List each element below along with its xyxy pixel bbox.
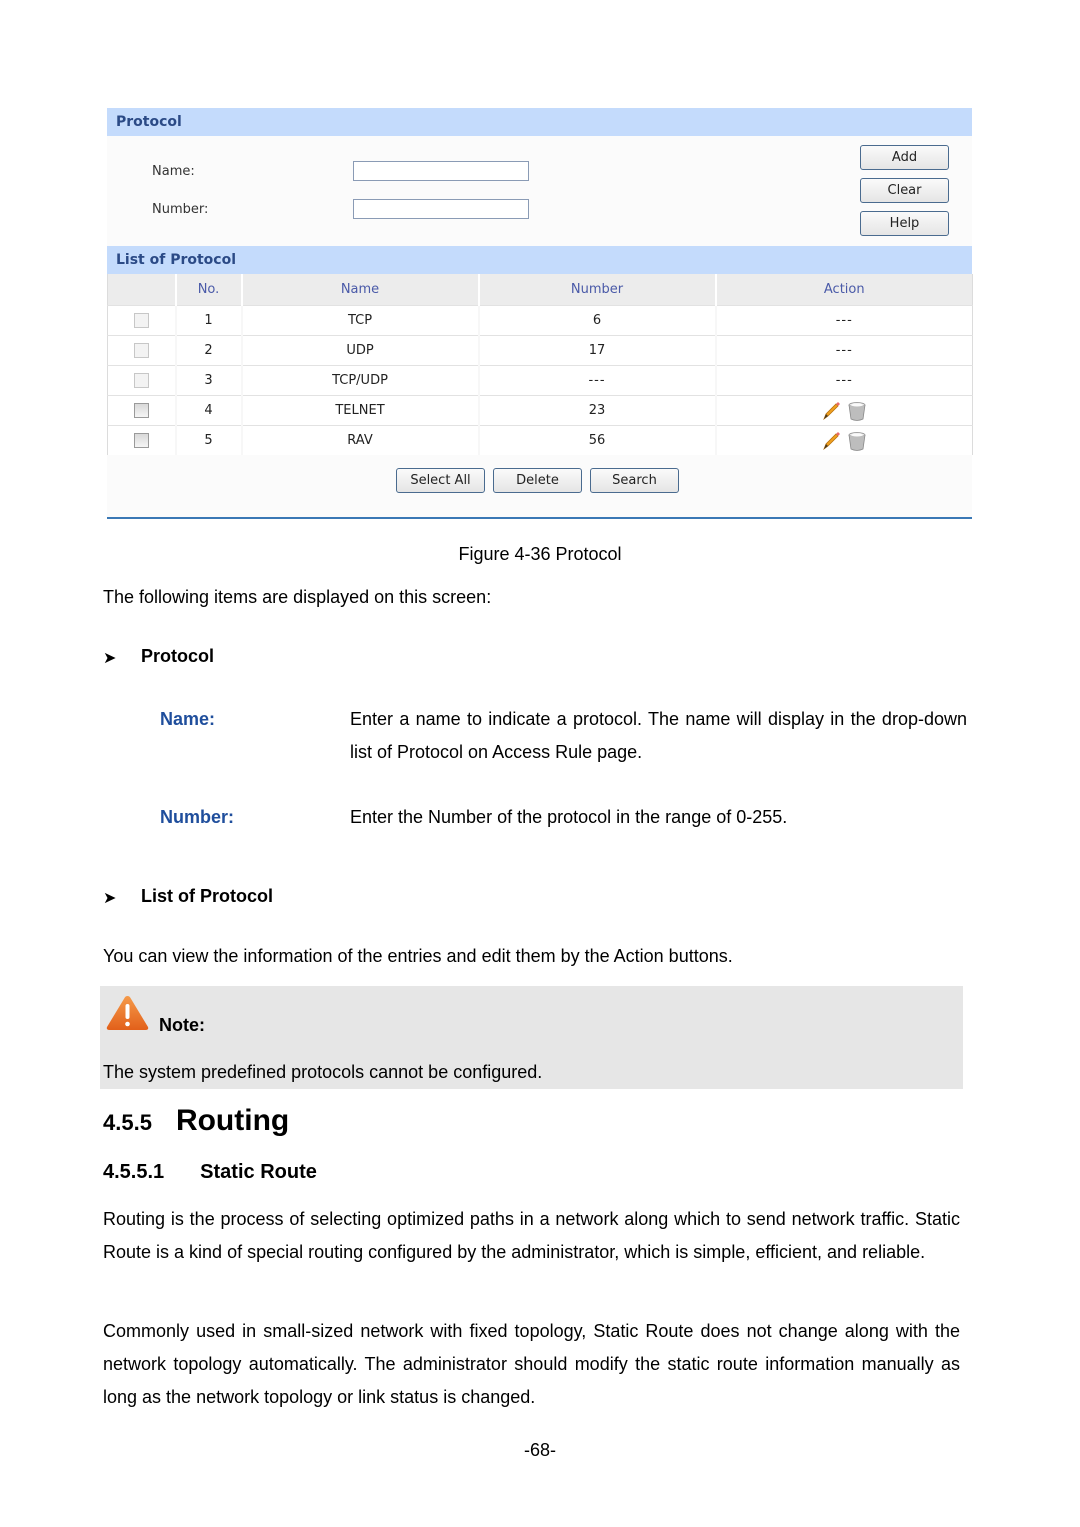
column-header-number: Number — [477, 274, 716, 306]
bullet-arrow-icon: ➤ — [103, 650, 117, 667]
row-checkbox[interactable] — [133, 433, 149, 448]
note-title: Note: — [159, 1015, 205, 1035]
table-row: 3 TCP/UDP --- --- — [107, 365, 973, 396]
cell-no: 4 — [174, 395, 242, 426]
row-checkbox — [133, 373, 149, 388]
cell-number: 17 — [477, 335, 716, 366]
column-header-action: Action — [714, 274, 973, 306]
select-all-button[interactable]: Select All — [396, 468, 485, 493]
cell-action: --- — [714, 335, 973, 366]
number-label: Number: — [152, 202, 209, 217]
delete-button[interactable]: Delete — [493, 468, 582, 493]
protocol-form: Name: Number: Add Clear Help — [107, 136, 972, 246]
column-header-no: No. — [174, 274, 242, 306]
term-number: Number: — [160, 807, 235, 827]
cell-number: 56 — [477, 425, 716, 455]
table-header-row: No. Name Number Action — [107, 274, 973, 306]
list-description: You can view the information of the entr… — [103, 946, 733, 966]
figure-caption: Figure 4-36 Protocol — [458, 544, 622, 564]
help-button[interactable]: Help — [860, 211, 949, 236]
warning-icon — [106, 996, 149, 1030]
protocol-table: No. Name Number Action 1 TCP 6 --- 2 UDP… — [107, 274, 973, 455]
cell-number: --- — [477, 365, 716, 396]
heading-number: 4.5.5.1 — [103, 1161, 165, 1183]
name-label: Name: — [152, 164, 195, 179]
cell-name: TELNET — [240, 395, 479, 426]
cell-no: 3 — [174, 365, 242, 396]
desc-number: Enter the Number of the protocol in the … — [350, 807, 788, 827]
table-row: 4 TELNET 23 — [107, 395, 973, 426]
intro-text: The following items are displayed on thi… — [103, 587, 492, 607]
search-button[interactable]: Search — [590, 468, 679, 493]
cell-action: --- — [714, 365, 973, 396]
cell-number: 6 — [477, 305, 716, 336]
term-name: Name: — [160, 709, 216, 729]
paragraph: Routing is the process of selecting opti… — [103, 1209, 960, 1262]
cell-no: 5 — [174, 425, 242, 455]
section-heading-list: List of Protocol — [141, 886, 273, 906]
list-footer: Select All Delete Search — [107, 455, 972, 519]
table-row: 2 UDP 17 --- — [107, 335, 973, 366]
number-input[interactable] — [353, 199, 529, 219]
edit-pencil-icon[interactable] — [820, 400, 842, 422]
delete-trash-icon[interactable] — [846, 400, 868, 422]
name-input[interactable] — [353, 161, 529, 181]
cell-action — [714, 395, 973, 426]
row-checkbox — [133, 343, 149, 358]
cell-name: TCP/UDP — [240, 365, 479, 396]
heading-title: Static Route — [200, 1161, 317, 1183]
clear-button[interactable]: Clear — [860, 178, 949, 203]
section-heading-protocol: Protocol — [141, 646, 215, 666]
cell-number: 23 — [477, 395, 716, 426]
section-heading-routing: 4.5.5 Routing — [103, 1104, 289, 1138]
note-text: The system predefined protocols cannot b… — [103, 1062, 543, 1082]
row-checkbox[interactable] — [133, 403, 149, 418]
add-button[interactable]: Add — [860, 145, 949, 170]
protocol-figure: Protocol Name: Number: Add Clear Help Li… — [107, 108, 973, 519]
page-number: -68- — [523, 1440, 556, 1460]
column-header-select — [107, 274, 176, 306]
heading-title: Routing — [175, 1104, 290, 1137]
cell-action: --- — [714, 305, 973, 336]
heading-number: 4.5.5 — [103, 1110, 152, 1135]
cell-no: 2 — [174, 335, 242, 366]
table-row: 5 RAV 56 — [107, 425, 973, 455]
row-checkbox — [133, 313, 149, 328]
cell-name: TCP — [240, 305, 479, 336]
column-header-name: Name — [240, 274, 479, 306]
note-box: Note: The system predefined protocols ca… — [100, 986, 963, 1089]
cell-name: UDP — [240, 335, 479, 366]
table-row: 1 TCP 6 --- — [107, 305, 973, 336]
cell-no: 1 — [174, 305, 242, 336]
desc-name: Enter a name to indicate a protocol. The… — [350, 709, 967, 762]
cell-action — [714, 425, 973, 455]
delete-trash-icon[interactable] — [846, 430, 868, 452]
subsection-heading-static-route: 4.5.5.1 Static Route — [103, 1161, 317, 1184]
bullet-arrow-icon: ➤ — [103, 890, 117, 907]
list-panel-header: List of Protocol — [107, 246, 972, 274]
edit-pencil-icon[interactable] — [820, 430, 842, 452]
cell-name: RAV — [240, 425, 479, 455]
protocol-panel-header: Protocol — [107, 108, 972, 136]
paragraph: Commonly used in small-sized network wit… — [103, 1321, 960, 1407]
